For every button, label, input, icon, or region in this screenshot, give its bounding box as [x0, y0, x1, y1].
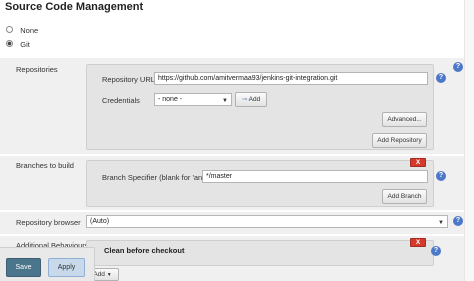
credentials-label: Credentials — [102, 96, 140, 105]
page-scrollbar[interactable] — [464, 0, 474, 281]
scm-option-git-label: Git — [20, 40, 30, 49]
add-repository-button[interactable]: Add Repository — [372, 133, 427, 148]
branches-label: Branches to build — [16, 161, 74, 170]
delete-branch-button[interactable]: X — [410, 158, 426, 167]
radio-none[interactable] — [6, 26, 13, 33]
branch-specifier-label: Branch Specifier (blank for 'any') — [102, 173, 210, 182]
apply-button[interactable]: Apply — [48, 258, 85, 277]
save-button[interactable]: Save — [6, 258, 41, 277]
branch-specifier-help-icon[interactable]: ? — [436, 171, 446, 181]
add-credentials-button[interactable]: ⊸ Add — [235, 92, 267, 107]
radio-git[interactable] — [6, 40, 13, 47]
key-icon: ⊸ — [241, 96, 248, 103]
add-credentials-label: Add — [248, 96, 261, 103]
repository-url-help-icon[interactable]: ? — [436, 73, 446, 83]
repository-browser-select[interactable]: (Auto) ▼ — [86, 215, 448, 228]
branch-specifier-input[interactable]: */master — [202, 170, 428, 183]
repository-browser-help-icon[interactable]: ? — [453, 216, 463, 226]
add-behaviour-label: Add — [93, 271, 105, 278]
scm-option-git[interactable]: Git — [6, 40, 30, 49]
clean-before-checkout-title: Clean before checkout — [104, 246, 185, 255]
section-title: Source Code Management — [5, 1, 144, 13]
repository-url-label: Repository URL — [102, 75, 155, 84]
delete-behaviour-button[interactable]: X — [410, 238, 426, 247]
clean-before-checkout-help-icon[interactable]: ? — [431, 246, 441, 256]
credentials-value: - none - — [158, 96, 183, 103]
advanced-button[interactable]: Advanced... — [382, 112, 427, 127]
scm-option-none-label: None — [20, 26, 39, 35]
repositories-help-icon[interactable]: ? — [453, 62, 463, 72]
credentials-select[interactable]: - none - ▼ — [154, 93, 232, 106]
chevron-down-icon: ▼ — [438, 220, 444, 226]
repository-url-input[interactable]: https://github.com/amitvermaa93/jenkins-… — [154, 72, 428, 85]
scm-option-none[interactable]: None — [6, 26, 38, 35]
repository-browser-value: (Auto) — [90, 218, 110, 225]
add-branch-button[interactable]: Add Branch — [382, 189, 427, 204]
repositories-label: Repositories — [16, 65, 58, 74]
chevron-down-icon: ▼ — [222, 98, 228, 104]
chevron-down-icon: ▼ — [106, 272, 112, 278]
repository-browser-label: Repository browser — [16, 218, 81, 227]
